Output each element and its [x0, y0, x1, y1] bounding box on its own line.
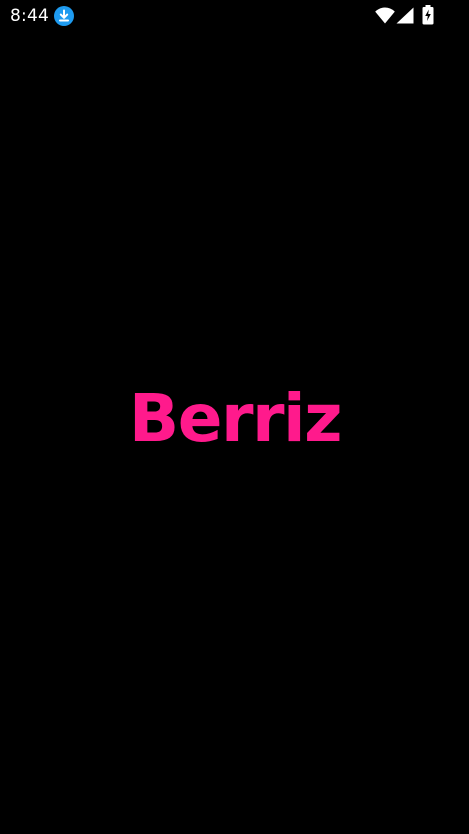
- battery-charging-icon: [422, 5, 434, 25]
- status-bar: 8:44: [0, 0, 469, 32]
- wifi-icon: [375, 7, 395, 24]
- brand-logo: Berriz: [110, 384, 360, 454]
- download-icon: [54, 6, 74, 26]
- signal-icon: [396, 7, 414, 24]
- splash-screen: Berriz: [0, 32, 469, 834]
- brand-logo-text: Berriz: [128, 380, 343, 457]
- status-time: 8:44: [10, 6, 49, 26]
